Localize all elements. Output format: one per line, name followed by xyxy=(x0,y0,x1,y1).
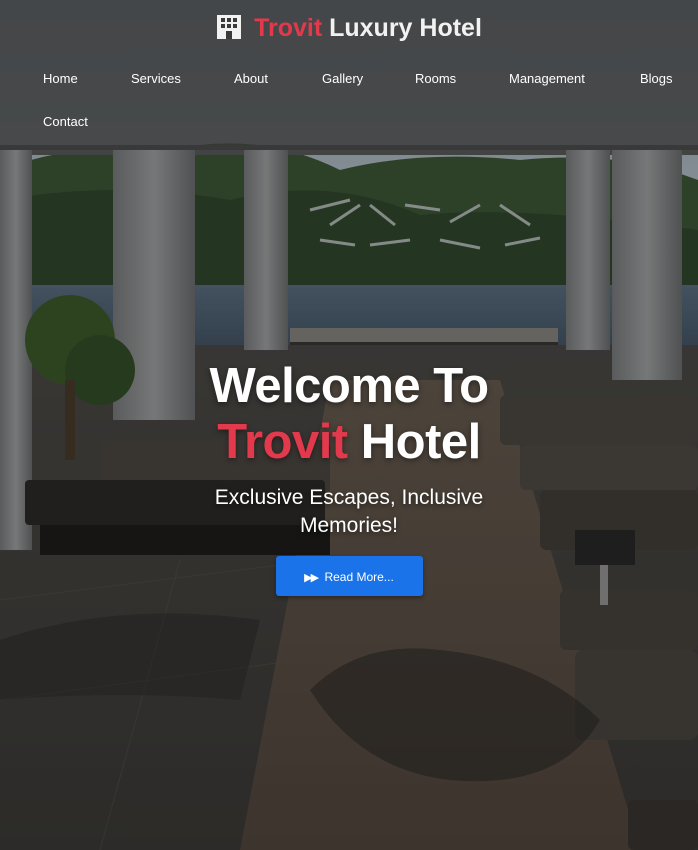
site-header: Trovit Luxury Hotel Home Services About … xyxy=(0,0,698,150)
hero-content: Welcome To Trovit Hotel Exclusive Escape… xyxy=(0,358,698,596)
nav-services[interactable]: Services xyxy=(131,71,181,86)
nav-about[interactable]: About xyxy=(234,71,268,86)
hero-title: Welcome To Trovit Hotel xyxy=(0,358,698,470)
nav-blogs[interactable]: Blogs xyxy=(640,71,673,86)
nav-management[interactable]: Management xyxy=(509,71,585,86)
brand-rest: Luxury Hotel xyxy=(329,14,482,42)
nav-home[interactable]: Home xyxy=(43,71,78,86)
hero-title-rest: Hotel xyxy=(360,415,482,469)
main-nav: Home Services About Gallery Rooms Manage… xyxy=(0,60,698,146)
nav-rooms[interactable]: Rooms xyxy=(415,71,456,86)
hotel-building-icon xyxy=(216,14,242,47)
nav-gallery[interactable]: Gallery xyxy=(322,71,363,86)
brand-accent-word: Trovit xyxy=(254,14,323,42)
hero-title-accent: Trovit xyxy=(217,415,348,469)
site-logo[interactable]: Trovit Luxury Hotel xyxy=(0,14,698,47)
nav-contact[interactable]: Contact xyxy=(43,114,88,129)
fast-forward-icon: ▶▶ xyxy=(304,572,319,584)
read-more-button[interactable]: ▶▶ Read More... xyxy=(275,556,423,596)
page: Trovit Luxury Hotel Home Services About … xyxy=(0,0,698,850)
read-more-label: Read More... xyxy=(324,570,394,584)
hero-title-line1: Welcome To xyxy=(209,359,489,413)
hero-subtitle: Exclusive Escapes, Inclusive Memories! xyxy=(214,486,484,537)
